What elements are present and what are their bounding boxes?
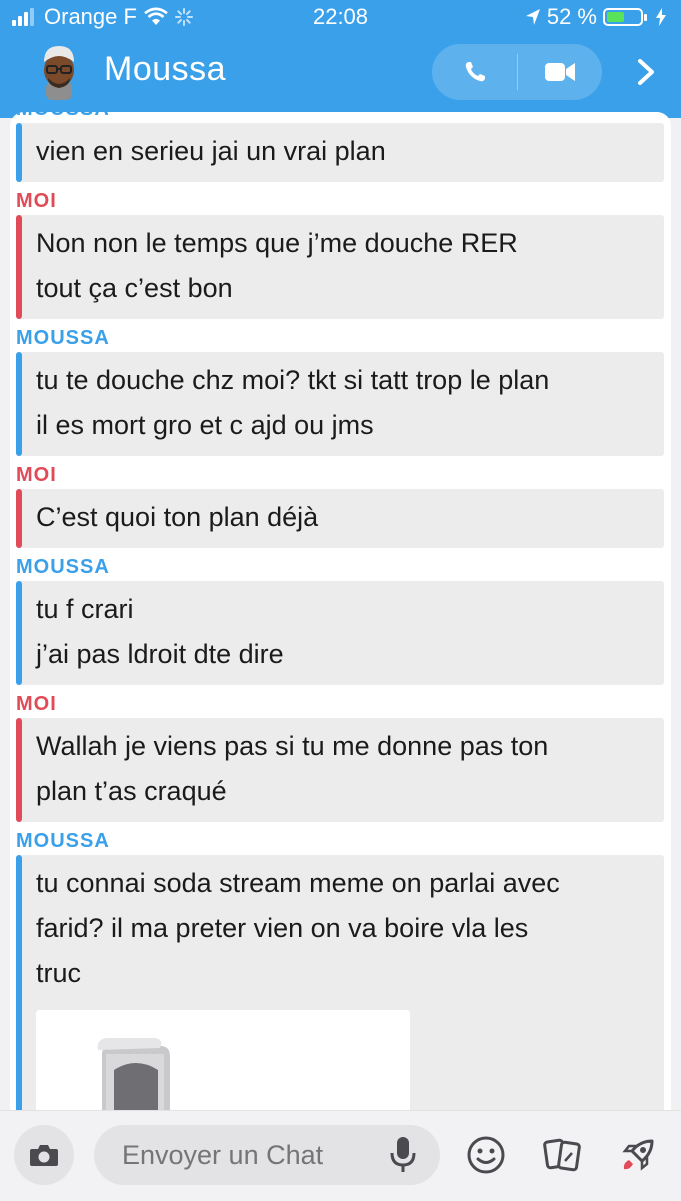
message-group: MOI Non non le temps que j’me douche RER t… — [10, 190, 671, 319]
message-text-line: tu f crari — [36, 594, 134, 624]
message-group: MOI Wallah je viens pas si tu me donne pa… — [10, 693, 671, 822]
message-group: MOI C’est quoi ton plan déjà — [10, 464, 671, 548]
location-arrow-icon — [525, 9, 540, 25]
chevron-right-button[interactable] — [628, 54, 664, 90]
rocket-button[interactable] — [616, 1133, 660, 1177]
battery-icon — [603, 8, 647, 26]
sender-color-bar — [16, 123, 22, 182]
message-text-line: plan t’as craqué — [36, 776, 227, 806]
phone-icon — [465, 62, 485, 82]
sticker-icon — [543, 1138, 581, 1172]
camera-icon — [30, 1145, 58, 1166]
message-text-line: farid? il ma preter vien on va boire vla… — [36, 913, 529, 943]
chat-conversation[interactable]: MOUSSA vien en serieu jai un vrai plan MOI… — [10, 112, 671, 1110]
message-bubble[interactable]: tu te douche chz moi? tkt si tatt trop l… — [16, 352, 664, 456]
message-bubble[interactable]: tu f crari j’ai pas ldroit dte dire — [16, 581, 664, 685]
message-bubble[interactable]: C’est quoi ton plan déjà — [16, 489, 664, 548]
video-call-button[interactable] — [517, 44, 602, 100]
avatar-bitmoji[interactable] — [36, 42, 82, 100]
status-bar: Orange F 22:08 52 % — [0, 0, 681, 34]
message-bubble[interactable]: vien en serieu jai un vrai plan — [16, 123, 664, 182]
message-group: MOUSSA tu te douche chz moi? tkt si tatt … — [10, 327, 671, 456]
message-group: MOUSSA tu connai soda stream meme on parl… — [10, 830, 671, 1110]
sender-color-bar — [16, 489, 22, 548]
sender-label: MOUSSA — [16, 556, 110, 578]
call-buttons — [432, 44, 602, 100]
message-bubble[interactable]: tu connai soda stream meme on parlai ave… — [16, 855, 664, 1110]
message-text-line: il es mort gro et c ajd ou jms — [36, 410, 374, 440]
message-group: MOUSSA tu f crari j’ai pas ldroit dte dire — [10, 556, 671, 685]
soda-machine-photo — [36, 1010, 410, 1110]
title-row: Moussa — [0, 38, 681, 108]
message-text-line: C’est quoi ton plan déjà — [36, 502, 319, 532]
sender-color-bar — [16, 215, 22, 319]
chat-header: Orange F 22:08 52 % Moussa — [0, 0, 681, 118]
message-text-line: tu connai soda stream meme on parlai ave… — [36, 868, 560, 898]
contact-name[interactable]: Moussa — [104, 50, 226, 89]
smiley-icon — [467, 1136, 505, 1174]
camera-button[interactable] — [14, 1125, 74, 1185]
message-bubble[interactable]: Wallah je viens pas si tu me donne pas t… — [16, 718, 664, 822]
message-bubble[interactable]: Non non le temps que j’me douche RER tout… — [16, 215, 664, 319]
voice-call-button[interactable] — [432, 44, 517, 100]
sender-color-bar — [16, 581, 22, 685]
sender-label: MOI — [16, 693, 57, 715]
charging-bolt-icon — [656, 8, 666, 26]
message-text-line: Wallah je viens pas si tu me donne pas t… — [36, 731, 549, 761]
message-list: MOUSSA vien en serieu jai un vrai plan MOI… — [10, 112, 671, 1110]
sender-label: MOUSSA — [16, 327, 110, 349]
sender-label: MOUSSA — [16, 830, 110, 852]
message-group: MOUSSA vien en serieu jai un vrai plan — [10, 112, 671, 182]
video-camera-icon — [544, 63, 575, 81]
input-bar — [0, 1110, 681, 1201]
message-text-line: tu te douche chz moi? tkt si tatt trop l… — [36, 365, 550, 395]
battery-percentage: 52 % — [546, 4, 597, 29]
sender-color-bar — [16, 718, 22, 822]
sender-color-bar — [16, 855, 22, 1110]
message-text-line: truc — [36, 958, 82, 988]
message-text-line: vien en serieu jai un vrai plan — [36, 136, 386, 166]
status-right: 52 % — [525, 0, 667, 34]
message-text-line: j’ai pas ldroit dte dire — [36, 639, 284, 669]
rocket-icon — [622, 1139, 654, 1171]
microphone-icon[interactable] — [388, 1135, 418, 1175]
emoji-button[interactable] — [464, 1133, 508, 1177]
sticker-button[interactable] — [540, 1133, 584, 1177]
attached-image[interactable] — [36, 1010, 410, 1110]
message-text-line: Non non le temps que j’me douche RER — [36, 228, 518, 258]
sender-color-bar — [16, 352, 22, 456]
sender-label: MOUSSA — [16, 112, 671, 120]
battery-fill — [607, 12, 624, 22]
sender-label: MOI — [16, 190, 57, 212]
sender-label: MOI — [16, 464, 57, 486]
message-text-line: tout ça c’est bon — [36, 273, 233, 303]
chevron-right-icon — [638, 59, 654, 85]
